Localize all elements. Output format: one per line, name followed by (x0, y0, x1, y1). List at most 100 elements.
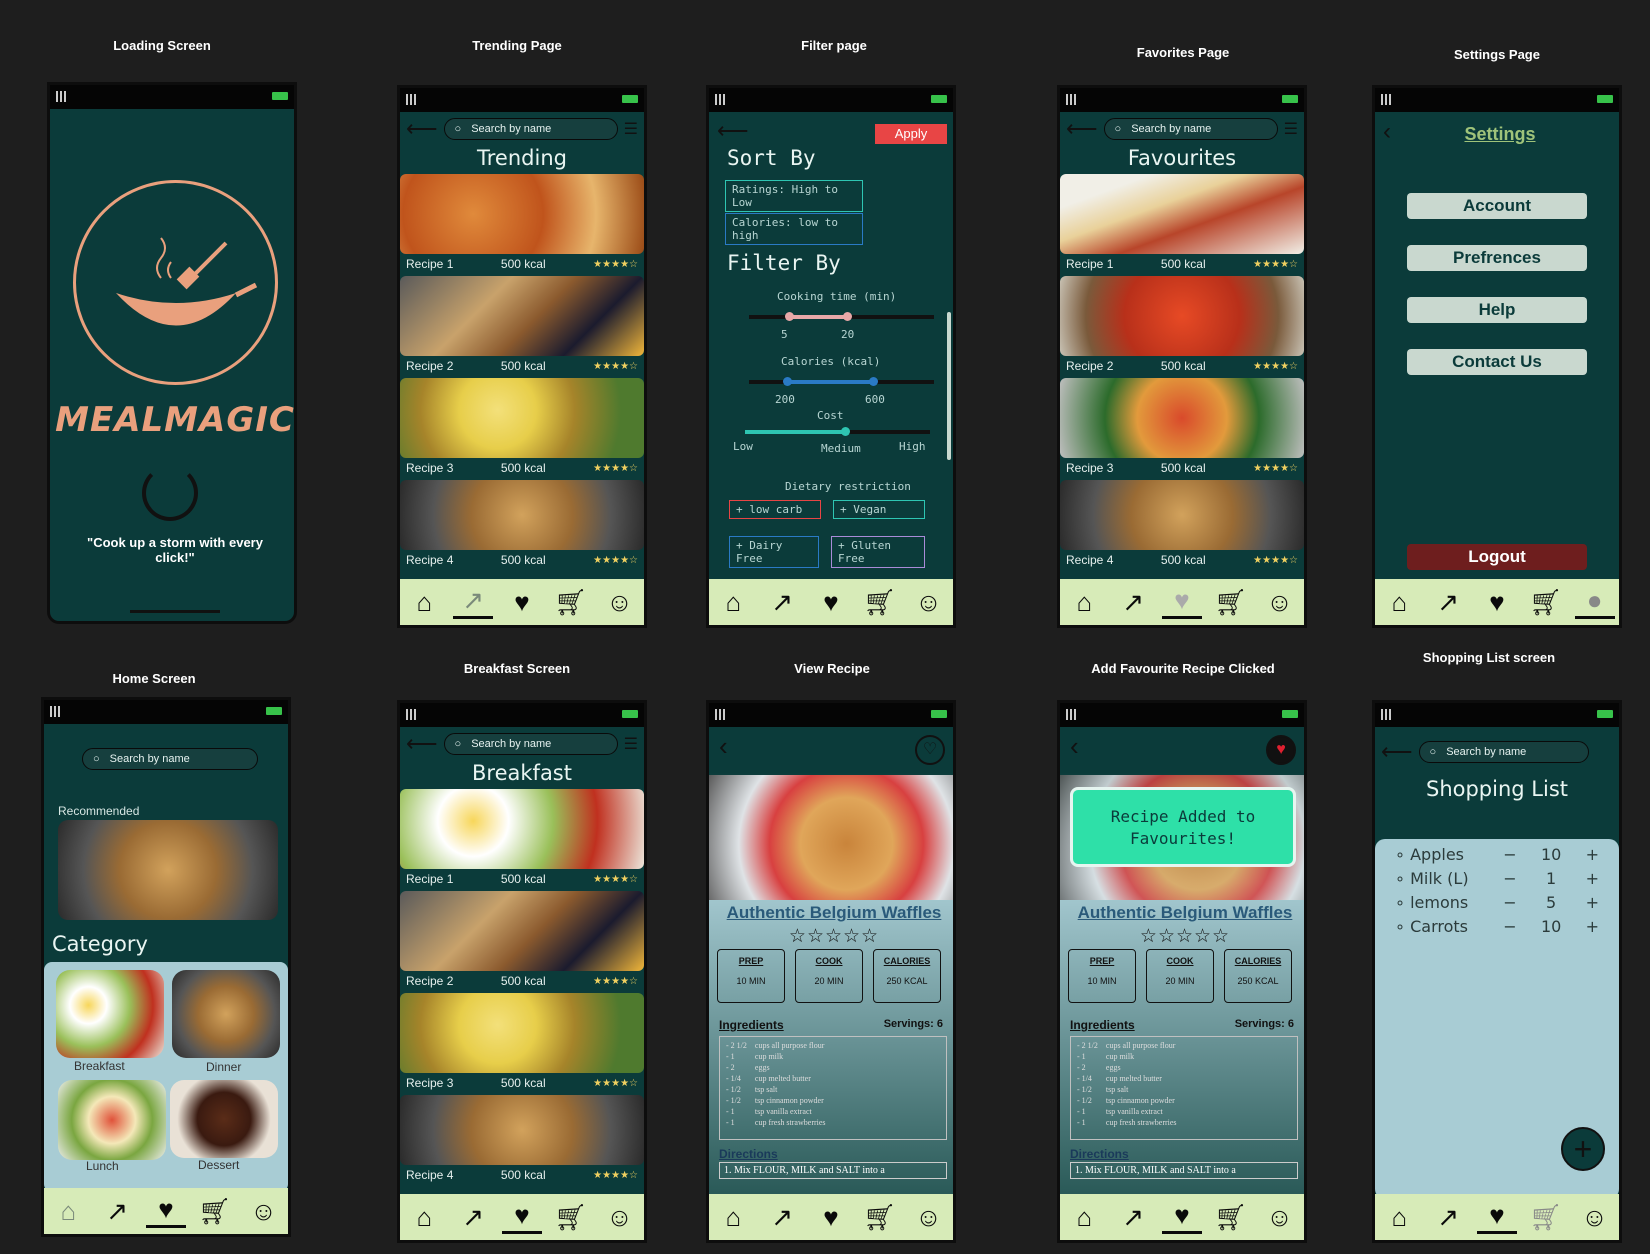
category-dessert-image[interactable] (170, 1080, 278, 1158)
filter-icon[interactable]: ☰ (624, 119, 638, 139)
tag-low-carb[interactable]: + low carb (729, 500, 821, 519)
trending-icon[interactable]: ↗ (97, 1196, 137, 1227)
profile-icon[interactable]: ☺ (1260, 587, 1300, 618)
home-icon[interactable]: ⌂ (713, 587, 753, 618)
contact-us-button[interactable]: Contact Us (1407, 349, 1587, 375)
decrement-button[interactable]: − (1503, 869, 1516, 888)
cart-icon[interactable]: 🛒︎ (195, 1196, 235, 1227)
filter-icon[interactable]: ☰ (1284, 119, 1298, 139)
profile-icon[interactable]: ☺ (600, 587, 640, 618)
heart-icon[interactable]: ♥ (145, 1194, 186, 1228)
cart-icon[interactable]: 🛒︎ (551, 1202, 591, 1233)
profile-icon[interactable]: ☺ (909, 587, 949, 618)
recipe-card[interactable]: Recipe 1 500 kcal ★★★★☆ (400, 174, 644, 274)
trending-icon[interactable]: ↗ (1113, 587, 1153, 618)
home-icon[interactable]: ⌂ (1064, 1202, 1104, 1233)
search-input[interactable]: ○ Search by name (82, 748, 258, 770)
recipe-card[interactable]: Recipe 3 500 kcal ★★★★☆ (1060, 378, 1304, 478)
cost-slider[interactable] (745, 427, 930, 436)
recipe-card[interactable]: Recipe 4 500 kcal ★★★★☆ (1060, 480, 1304, 570)
cart-icon[interactable]: 🛒︎ (860, 1202, 900, 1233)
tag-dairy-free[interactable]: + Dairy Free (729, 536, 819, 568)
back-arrow-icon[interactable]: ⟵ (1066, 116, 1098, 142)
search-input[interactable]: ○ Search by name (1103, 118, 1278, 140)
recipe-card[interactable]: Recipe 1 500 kcal ★★★★☆ (400, 789, 644, 889)
list-item[interactable]: ∘ Milk (L) − 1 + (1395, 869, 1599, 888)
scrollbar[interactable] (947, 312, 951, 460)
back-arrow-icon[interactable]: ⟵ (717, 118, 749, 144)
heart-icon[interactable]: ♥ (502, 587, 542, 618)
recipe-card[interactable]: Recipe 2 500 kcal ★★★★☆ (1060, 276, 1304, 376)
back-arrow-icon[interactable]: ⟵ (406, 116, 438, 142)
home-icon[interactable]: ⌂ (404, 1202, 444, 1233)
cart-icon[interactable]: 🛒︎ (1211, 1202, 1251, 1233)
heart-icon[interactable]: ♥ (811, 1202, 851, 1233)
category-dinner-image[interactable] (172, 970, 280, 1058)
cart-icon[interactable]: 🛒︎ (1526, 1202, 1566, 1233)
trending-icon[interactable]: ↗ (453, 1202, 493, 1233)
preferences-button[interactable]: Prefrences (1407, 245, 1587, 271)
trending-icon[interactable]: ↗ (1113, 1202, 1153, 1233)
back-chevron-icon[interactable]: ‹ (1070, 731, 1079, 762)
tag-gluten-free[interactable]: + Gluten Free (831, 536, 925, 568)
trending-icon[interactable]: ↗ (762, 1202, 802, 1233)
account-button[interactable]: Account (1407, 193, 1587, 219)
calories-slider[interactable] (749, 377, 934, 386)
trending-icon[interactable]: ↗ (453, 585, 494, 619)
recipe-card[interactable]: Recipe 3 500 kcal ★★★★☆ (400, 993, 644, 1093)
home-icon[interactable]: ⌂ (1064, 587, 1104, 618)
heart-icon[interactable]: ♥ (1476, 1200, 1517, 1234)
trending-icon[interactable]: ↗ (1428, 1202, 1468, 1233)
recipe-card[interactable]: Recipe 2 500 kcal ★★★★☆ (400, 891, 644, 991)
trending-icon[interactable]: ↗ (1428, 587, 1468, 618)
tag-vegan[interactable]: + Vegan (833, 500, 925, 519)
category-breakfast-image[interactable] (56, 970, 164, 1058)
list-item[interactable]: ∘ Apples − 10 + (1395, 845, 1599, 864)
favourite-heart-filled-icon[interactable]: ♥ (1266, 735, 1296, 765)
back-arrow-icon[interactable]: ⟵ (1381, 739, 1413, 765)
cart-icon[interactable]: 🛒︎ (551, 587, 591, 618)
increment-button[interactable]: + (1586, 845, 1599, 864)
recipe-card[interactable]: Recipe 1 500 kcal ★★★★☆ (1060, 174, 1304, 274)
heart-icon[interactable]: ♥ (811, 587, 851, 618)
favourite-heart-icon[interactable]: ♡ (915, 735, 945, 765)
home-icon[interactable]: ⌂ (1379, 1202, 1419, 1233)
recipe-card[interactable]: Recipe 4 500 kcal ★★★★☆ (400, 1095, 644, 1185)
increment-button[interactable]: + (1586, 893, 1599, 912)
trending-icon[interactable]: ↗ (762, 587, 802, 618)
search-input[interactable]: ○ Search by name (443, 733, 618, 755)
add-item-button[interactable]: + (1561, 1127, 1605, 1171)
rating-stars[interactable]: ☆☆☆☆☆ (709, 925, 953, 948)
decrement-button[interactable]: − (1503, 893, 1516, 912)
help-button[interactable]: Help (1407, 297, 1587, 323)
cart-icon[interactable]: 🛒︎ (1211, 587, 1251, 618)
decrement-button[interactable]: − (1503, 917, 1516, 936)
heart-icon[interactable]: ♥ (501, 1200, 542, 1234)
profile-icon[interactable]: ● (1574, 585, 1615, 619)
heart-icon[interactable]: ♥ (1161, 1200, 1202, 1234)
cooking-time-slider[interactable] (749, 312, 934, 321)
recommended-image[interactable] (58, 820, 278, 920)
apply-button[interactable]: Apply (875, 124, 947, 144)
list-item[interactable]: ∘ Carrots − 10 + (1395, 917, 1599, 936)
home-icon[interactable]: ⌂ (1379, 587, 1419, 618)
list-item[interactable]: ∘ lemons − 5 + (1395, 893, 1599, 912)
sort-option-ratings[interactable]: Ratings: High to Low (725, 180, 863, 212)
back-chevron-icon[interactable]: ‹ (719, 731, 728, 762)
logout-button[interactable]: Logout (1407, 544, 1587, 570)
home-icon[interactable]: ⌂ (404, 587, 444, 618)
search-input[interactable]: ○ Search by name (1418, 741, 1589, 763)
filter-icon[interactable]: ☰ (624, 734, 638, 754)
heart-icon[interactable]: ♥ (1161, 585, 1202, 619)
back-arrow-icon[interactable]: ⟵ (406, 731, 438, 757)
profile-icon[interactable]: ☺ (600, 1202, 640, 1233)
rating-stars[interactable]: ☆☆☆☆☆ (1060, 925, 1304, 948)
profile-icon[interactable]: ☺ (1575, 1202, 1615, 1233)
search-input[interactable]: ○ Search by name (443, 118, 618, 140)
profile-icon[interactable]: ☺ (1260, 1202, 1300, 1233)
heart-icon[interactable]: ♥ (1477, 587, 1517, 618)
recipe-card[interactable]: Recipe 2 500 kcal ★★★★☆ (400, 276, 644, 376)
sort-option-calories[interactable]: Calories: low to high (725, 213, 863, 245)
home-icon[interactable]: ⌂ (48, 1196, 88, 1227)
profile-icon[interactable]: ☺ (909, 1202, 949, 1233)
